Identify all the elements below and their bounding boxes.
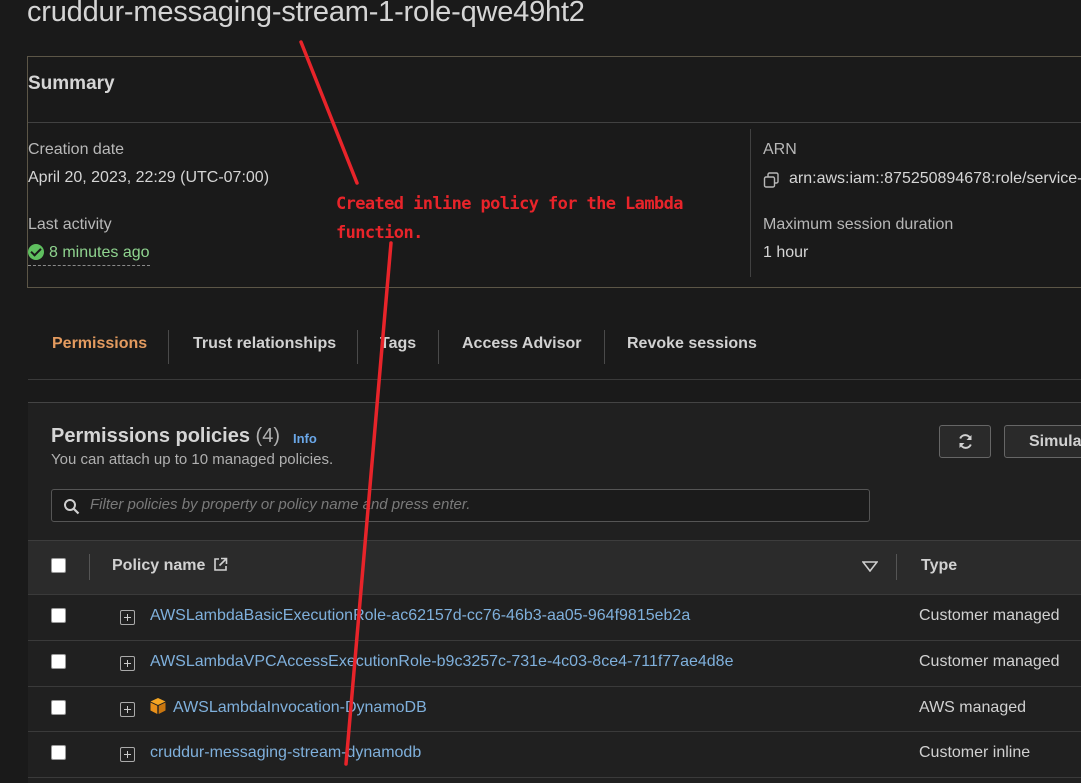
annotation-line-to-inline-policy — [344, 241, 393, 766]
annotation-arrows — [299, 40, 393, 766]
annotation-line-to-title — [299, 40, 359, 185]
annotation-text: Created inline policy for the Lambda fun… — [336, 194, 683, 243]
